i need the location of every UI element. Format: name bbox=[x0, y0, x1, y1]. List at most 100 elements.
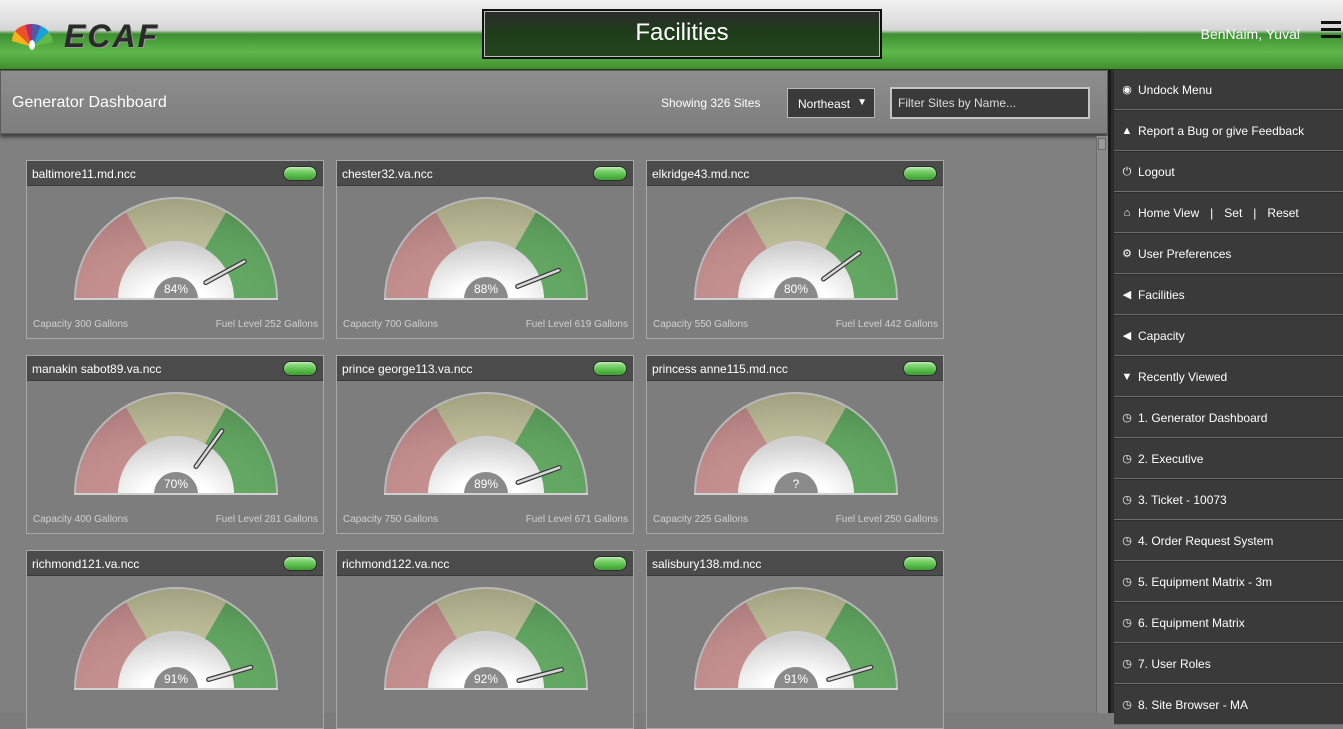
menu-capacity[interactable]: ◀ Capacity bbox=[1114, 316, 1343, 356]
menu-recently-viewed-label: Recently Viewed bbox=[1138, 370, 1228, 384]
top-header: ECAF Facilities BenNaim, Yuval bbox=[0, 0, 1343, 70]
chevron-down-icon: ▼ bbox=[857, 97, 867, 108]
generator-card[interactable]: manakin sabot89.va.ncc 70% Capacity 400 … bbox=[26, 355, 324, 534]
clock-icon: ◷ bbox=[1122, 576, 1132, 588]
card-header: prince george113.va.ncc bbox=[337, 356, 633, 381]
region-select[interactable]: Northeast ▼ bbox=[787, 88, 875, 118]
status-toggle[interactable] bbox=[593, 361, 627, 376]
menu-undock[interactable]: ◉ Undock Menu bbox=[1114, 70, 1343, 110]
fuel-percent: 91% bbox=[163, 672, 189, 686]
site-name[interactable]: richmond122.va.ncc bbox=[342, 557, 449, 571]
recent-item-label: 8. Site Browser - MA bbox=[1138, 698, 1249, 712]
recent-item[interactable]: ◷ 4. Order Request System bbox=[1114, 521, 1343, 561]
status-toggle[interactable] bbox=[903, 166, 937, 181]
status-toggle[interactable] bbox=[283, 361, 317, 376]
fuel-level-label: Fuel Level 281 Gallons bbox=[215, 514, 318, 525]
caret-down-icon: ▼ bbox=[1121, 371, 1133, 383]
generator-card[interactable]: richmond122.va.ncc 92% bbox=[336, 550, 634, 729]
clock-icon: ◷ bbox=[1122, 412, 1132, 424]
recent-item-label: 3. Ticket - 10073 bbox=[1138, 493, 1227, 507]
generator-card[interactable]: elkridge43.md.ncc 80% Capacity 550 Gallo… bbox=[646, 160, 944, 339]
card-header: princess anne115.md.ncc bbox=[647, 356, 943, 381]
hamburger-menu-icon[interactable] bbox=[1321, 21, 1341, 45]
capacity-label: Capacity 225 Gallons bbox=[653, 514, 749, 525]
menu-home-view: ⌂ Home View | Set | Reset bbox=[1114, 193, 1343, 233]
scrollbar[interactable] bbox=[1096, 136, 1108, 713]
filter-sites-input[interactable] bbox=[890, 87, 1090, 119]
fuel-percent: 91% bbox=[783, 672, 809, 686]
fire-icon: ▲ bbox=[1121, 125, 1133, 137]
recent-item-label: 1. Generator Dashboard bbox=[1138, 411, 1268, 425]
site-name[interactable]: manakin sabot89.va.ncc bbox=[32, 362, 161, 376]
status-toggle[interactable] bbox=[593, 556, 627, 571]
main-content: Generator Dashboard Showing 326 Sites No… bbox=[0, 70, 1108, 729]
menu-facilities[interactable]: ◀ Facilities bbox=[1114, 275, 1343, 315]
status-toggle[interactable] bbox=[593, 166, 627, 181]
user-name[interactable]: BenNaim, Yuval bbox=[1201, 26, 1300, 42]
menu-logout-label: Logout bbox=[1138, 165, 1175, 179]
menu-report-bug-label: Report a Bug or give Feedback bbox=[1138, 124, 1305, 138]
recent-item-label: 7. User Roles bbox=[1138, 657, 1211, 671]
generator-card[interactable]: richmond121.va.ncc 91% bbox=[26, 550, 324, 729]
card-header: manakin sabot89.va.ncc bbox=[27, 356, 323, 381]
fuel-percent: 80% bbox=[783, 282, 809, 296]
clock-icon: ◷ bbox=[1122, 453, 1132, 465]
site-name[interactable]: princess anne115.md.ncc bbox=[652, 362, 788, 376]
side-menu: ◉ Undock Menu ▲ Report a Bug or give Fee… bbox=[1108, 70, 1343, 725]
generator-card[interactable]: princess anne115.md.ncc ? Capacity 225 G… bbox=[646, 355, 944, 534]
home-reset-link[interactable]: Reset bbox=[1267, 206, 1298, 220]
home-set-link[interactable]: Set bbox=[1224, 206, 1242, 220]
recent-item-label: 6. Equipment Matrix bbox=[1138, 616, 1245, 630]
recent-item[interactable]: ◷ 2. Executive bbox=[1114, 439, 1343, 479]
site-name[interactable]: chester32.va.ncc bbox=[342, 167, 433, 181]
scroll-up-button[interactable] bbox=[1098, 138, 1106, 150]
status-toggle[interactable] bbox=[283, 166, 317, 181]
menu-user-preferences[interactable]: ⚙ User Preferences bbox=[1114, 234, 1343, 274]
generator-card[interactable]: chester32.va.ncc 88% Capacity 700 Gallon… bbox=[336, 160, 634, 339]
site-name[interactable]: prince george113.va.ncc bbox=[342, 362, 473, 376]
site-count-label: Showing 326 Sites bbox=[661, 96, 761, 110]
recent-item[interactable]: ◷ 3. Ticket - 10073 bbox=[1114, 480, 1343, 520]
capacity-label: Capacity 300 Gallons bbox=[33, 319, 129, 330]
recent-item-label: 5. Equipment Matrix - 3m bbox=[1138, 575, 1273, 589]
caret-left-icon: ◀ bbox=[1122, 289, 1132, 301]
home-view-link[interactable]: Home View bbox=[1138, 206, 1199, 220]
generator-card[interactable]: salisbury138.md.ncc 91% bbox=[646, 550, 944, 729]
recent-item[interactable]: ◷ 8. Site Browser - MA bbox=[1114, 685, 1343, 725]
menu-report-bug[interactable]: ▲ Report a Bug or give Feedback bbox=[1114, 111, 1343, 151]
status-toggle[interactable] bbox=[903, 361, 937, 376]
fuel-percent: 92% bbox=[473, 672, 499, 686]
clock-icon: ◷ bbox=[1122, 494, 1132, 506]
clock-icon: ◷ bbox=[1122, 699, 1132, 711]
menu-logout[interactable]: ⏻ Logout bbox=[1114, 152, 1343, 192]
site-name[interactable]: elkridge43.md.ncc bbox=[652, 167, 749, 181]
recent-item[interactable]: ◷ 1. Generator Dashboard bbox=[1114, 398, 1343, 438]
menu-recently-viewed[interactable]: ▼ Recently Viewed bbox=[1114, 357, 1343, 397]
generator-card[interactable]: baltimore11.md.ncc 84% Capacity 300 Gall… bbox=[26, 160, 324, 339]
power-icon: ⏻ bbox=[1122, 166, 1132, 178]
recent-item[interactable]: ◷ 6. Equipment Matrix bbox=[1114, 603, 1343, 643]
menu-separator: | bbox=[1210, 206, 1214, 220]
status-toggle[interactable] bbox=[283, 556, 317, 571]
clock-icon: ◷ bbox=[1122, 617, 1132, 629]
site-name[interactable]: salisbury138.md.ncc bbox=[652, 557, 761, 571]
page-title: Generator Dashboard bbox=[12, 94, 167, 111]
recent-item[interactable]: ◷ 5. Equipment Matrix - 3m bbox=[1114, 562, 1343, 602]
home-icon: ⌂ bbox=[1123, 207, 1131, 219]
status-toggle[interactable] bbox=[903, 556, 937, 571]
fuel-level-label: Fuel Level 619 Gallons bbox=[525, 319, 628, 330]
fuel-level-label: Fuel Level 671 Gallons bbox=[525, 514, 628, 525]
site-name[interactable]: richmond121.va.ncc bbox=[32, 557, 139, 571]
card-header: salisbury138.md.ncc bbox=[647, 551, 943, 576]
site-name[interactable]: baltimore11.md.ncc bbox=[32, 167, 136, 181]
capacity-label: Capacity 400 Gallons bbox=[33, 514, 129, 525]
card-header: baltimore11.md.ncc bbox=[27, 161, 323, 186]
menu-user-preferences-label: User Preferences bbox=[1138, 247, 1232, 261]
card-header: elkridge43.md.ncc bbox=[647, 161, 943, 186]
dashboard-toolbar: Generator Dashboard Showing 326 Sites No… bbox=[0, 70, 1108, 134]
generator-card[interactable]: prince george113.va.ncc 89% Capacity 750… bbox=[336, 355, 634, 534]
clock-icon: ◷ bbox=[1122, 535, 1132, 547]
fuel-percent: 88% bbox=[473, 282, 499, 296]
gear-icon: ⚙ bbox=[1122, 248, 1132, 260]
recent-item[interactable]: ◷ 7. User Roles bbox=[1114, 644, 1343, 684]
